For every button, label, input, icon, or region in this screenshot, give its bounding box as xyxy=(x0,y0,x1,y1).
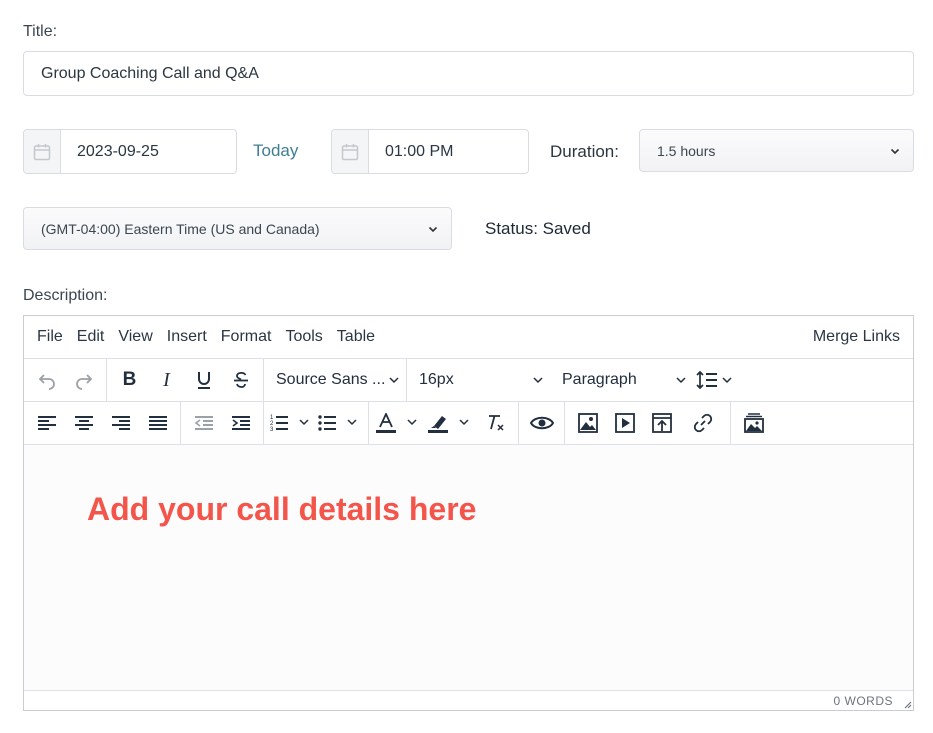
editor-content-text[interactable]: Add your call details here xyxy=(87,491,476,528)
menu-view[interactable]: View xyxy=(118,328,152,346)
text-color-icon[interactable] xyxy=(373,402,425,444)
font-size-select[interactable]: 16px xyxy=(407,359,550,401)
chevron-down-icon xyxy=(533,377,543,384)
chevron-down-icon xyxy=(428,226,438,232)
merge-links-button[interactable]: Merge Links xyxy=(813,328,900,346)
block-format-value: Paragraph xyxy=(562,371,637,388)
undo-icon[interactable] xyxy=(28,359,65,401)
editor-statusbar: 0 WORDS xyxy=(24,690,913,710)
duration-value: 1.5 hours xyxy=(657,142,716,159)
chevron-down-icon xyxy=(890,148,900,154)
status-text: Status: Saved xyxy=(485,219,591,238)
menu-insert[interactable]: Insert xyxy=(167,328,207,346)
menu-edit[interactable]: Edit xyxy=(77,328,105,346)
align-right-icon[interactable] xyxy=(102,402,139,444)
time-value: 01:00 PM xyxy=(385,142,454,160)
line-height-icon[interactable] xyxy=(693,359,737,401)
date-value: 2023-09-25 xyxy=(77,142,159,160)
rich-text-editor: File Edit View Insert Format Tools Table… xyxy=(23,315,914,711)
preview-eye-icon[interactable] xyxy=(523,402,560,444)
redo-icon[interactable] xyxy=(65,359,102,401)
media-icon[interactable] xyxy=(606,402,643,444)
duration-label: Duration: xyxy=(550,142,619,161)
align-left-icon[interactable] xyxy=(28,402,65,444)
block-format-select[interactable]: Paragraph xyxy=(550,359,693,401)
italic-icon[interactable]: I xyxy=(148,359,185,401)
title-label: Title: xyxy=(23,23,58,40)
align-center-icon[interactable] xyxy=(65,402,102,444)
timezone-value: (GMT-04:00) Eastern Time (US and Canada) xyxy=(41,220,320,237)
menu-tools[interactable]: Tools xyxy=(285,328,322,346)
word-count[interactable]: 0 WORDS xyxy=(833,694,893,708)
bullet-list-icon[interactable] xyxy=(316,402,364,444)
resize-handle-icon[interactable] xyxy=(902,699,912,709)
underline-icon[interactable] xyxy=(185,359,222,401)
editor-toolbar-row-1: B I Source Sans ... 16px Paragraph xyxy=(24,358,913,401)
title-input-value: Group Coaching Call and Q&A xyxy=(41,64,259,82)
strikethrough-icon[interactable] xyxy=(222,359,259,401)
image-icon[interactable] xyxy=(569,402,606,444)
today-link[interactable]: Today xyxy=(253,141,298,161)
link-icon[interactable] xyxy=(680,402,726,444)
numbered-list-icon[interactable]: 123 xyxy=(268,402,316,444)
upload-icon[interactable] xyxy=(643,402,680,444)
font-family-select[interactable]: Source Sans ... xyxy=(264,359,406,401)
calendar-icon[interactable] xyxy=(24,130,61,173)
font-family-value: Source Sans ... xyxy=(276,371,386,388)
editor-content-area[interactable]: Add your call details here xyxy=(24,444,913,690)
outdent-icon[interactable] xyxy=(185,402,222,444)
chevron-down-icon xyxy=(676,377,686,384)
clear-formatting-icon[interactable] xyxy=(477,402,514,444)
title-input[interactable]: Group Coaching Call and Q&A xyxy=(23,51,914,96)
duration-select[interactable]: 1.5 hours xyxy=(639,129,914,172)
menu-table[interactable]: Table xyxy=(337,328,375,346)
menu-format[interactable]: Format xyxy=(221,328,272,346)
editor-toolbar-row-2: 123 xyxy=(24,401,913,444)
date-picker[interactable]: 2023-09-25 xyxy=(23,129,237,174)
menu-file[interactable]: File xyxy=(37,328,63,346)
editor-menubar: File Edit View Insert Format Tools Table… xyxy=(24,316,913,358)
font-size-value: 16px xyxy=(419,371,454,388)
description-label: Description: xyxy=(23,287,108,304)
chevron-down-icon xyxy=(389,377,399,384)
svg-text:3: 3 xyxy=(270,427,274,432)
gallery-icon[interactable] xyxy=(735,402,772,444)
align-justify-icon[interactable] xyxy=(139,402,176,444)
timezone-select[interactable]: (GMT-04:00) Eastern Time (US and Canada) xyxy=(23,207,452,250)
time-picker[interactable]: 01:00 PM xyxy=(331,129,529,174)
calendar-icon[interactable] xyxy=(332,130,369,173)
highlight-icon[interactable] xyxy=(425,402,477,444)
bold-icon[interactable]: B xyxy=(111,359,148,401)
indent-icon[interactable] xyxy=(222,402,259,444)
